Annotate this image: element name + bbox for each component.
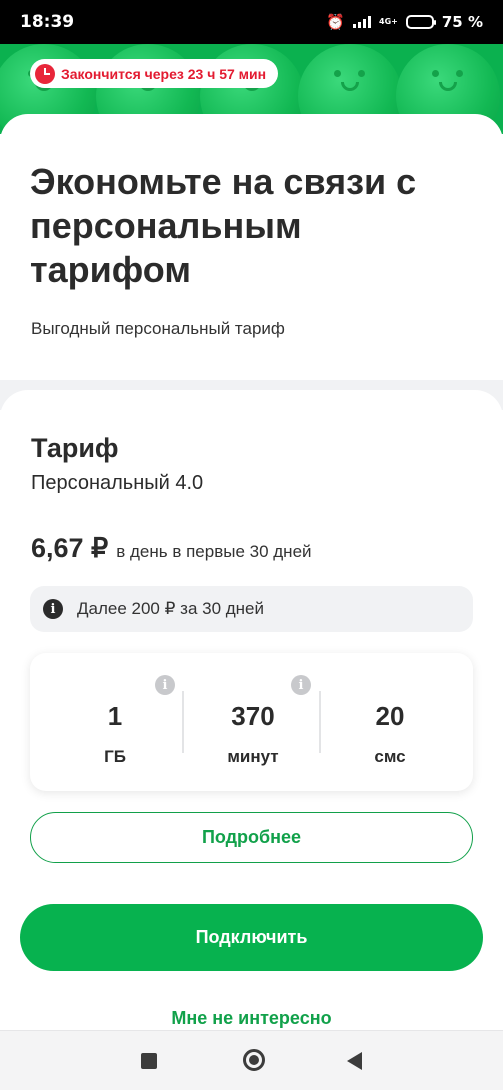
system-nav-bar bbox=[0, 1030, 503, 1090]
package-data-unit: ГБ bbox=[104, 747, 126, 766]
network-type: 4G+ bbox=[379, 17, 398, 26]
expiry-timer-badge: Закончится через 23 ч 57 мин bbox=[30, 59, 279, 88]
price-row: 6,67 ₽ в день в первые 30 дней bbox=[31, 533, 312, 564]
after-price-info: i Далее 200 ₽ за 30 дней bbox=[30, 586, 473, 632]
package-data-value: 1 bbox=[107, 701, 123, 731]
offer-subtitle: Выгодный персональный тариф bbox=[31, 319, 285, 338]
price-note: в день в первые 30 дней bbox=[116, 542, 312, 561]
package-sms: 20 смс bbox=[321, 653, 459, 791]
home-icon[interactable] bbox=[243, 1049, 265, 1071]
package-sms-value: 20 bbox=[375, 701, 405, 731]
offer-headline: Экономьте на связи с персональным тарифо… bbox=[30, 161, 417, 290]
package-data: 1 ГБ bbox=[46, 653, 184, 791]
minutes-info-icon[interactable]: i bbox=[291, 675, 311, 695]
recents-icon[interactable] bbox=[141, 1053, 157, 1069]
data-info-icon[interactable]: i bbox=[155, 675, 175, 695]
not-interested-link[interactable]: Мне не интересно bbox=[0, 1008, 503, 1029]
package-minutes: 370 минут bbox=[184, 653, 322, 791]
package-minutes-unit: минут bbox=[227, 747, 279, 766]
tariff-section-title: Тариф bbox=[31, 433, 119, 463]
alarm-icon: ⏰ bbox=[326, 13, 346, 31]
package-summary: 1 ГБ i 370 минут i 20 смс bbox=[30, 653, 473, 791]
battery-percent: 75 % bbox=[441, 13, 483, 31]
status-time: 18:39 bbox=[20, 12, 75, 32]
expiry-timer-text: Закончится через 23 ч 57 мин bbox=[61, 65, 267, 82]
back-icon[interactable] bbox=[347, 1052, 362, 1070]
details-button[interactable]: Подробнее bbox=[30, 812, 473, 863]
package-minutes-value: 370 bbox=[231, 701, 275, 731]
info-icon: i bbox=[43, 599, 63, 619]
battery-icon bbox=[405, 15, 436, 29]
package-sms-unit: смс bbox=[374, 747, 406, 766]
clock-icon bbox=[35, 63, 55, 84]
connect-button[interactable]: Подключить bbox=[20, 904, 483, 971]
status-icons: ⏰ 4G+ 75 % bbox=[326, 13, 483, 31]
after-price-text: Далее 200 ₽ за 30 дней bbox=[77, 599, 265, 618]
tariff-name: Персональный 4.0 bbox=[31, 472, 204, 494]
price-value: 6,67 ₽ bbox=[31, 533, 109, 563]
signal-icon bbox=[353, 16, 372, 28]
status-bar: 18:39 ⏰ 4G+ 75 % bbox=[0, 0, 503, 44]
